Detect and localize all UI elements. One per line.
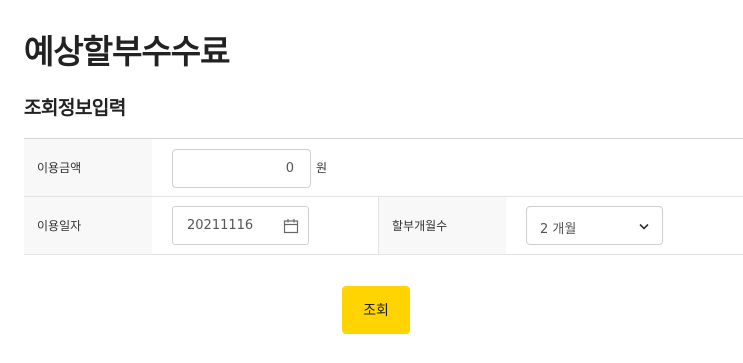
page-title: 예상할부수수료 (24, 32, 231, 71)
amount-unit: 원 (316, 161, 328, 175)
date-value: 20211116 (187, 218, 254, 233)
chevron-down-icon (639, 223, 649, 230)
installment-selected-value: 2 개월 (540, 222, 577, 237)
form-row-amount: 이용금액 원 (24, 139, 743, 197)
calendar-icon[interactable] (283, 218, 299, 234)
inquiry-form: 이용금액 원 이용일자 20211116 할부개월수 2 개월 (24, 138, 743, 255)
section-title: 조회정보입력 (24, 97, 126, 119)
installment-label: 할부개월수 (378, 197, 506, 254)
amount-label: 이용금액 (24, 139, 152, 196)
search-button[interactable]: 조회 (342, 286, 410, 334)
form-row-date-installment: 이용일자 20211116 할부개월수 2 개월 (24, 197, 743, 255)
installment-select[interactable]: 2 개월 (526, 206, 663, 245)
date-picker[interactable]: 20211116 (172, 206, 309, 245)
date-label: 이용일자 (24, 197, 152, 254)
amount-input[interactable] (172, 149, 311, 188)
